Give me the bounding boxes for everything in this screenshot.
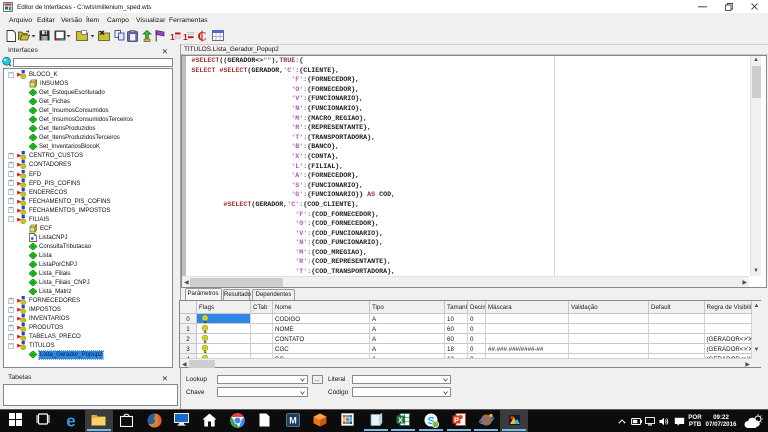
svg-text:e: e bbox=[66, 413, 75, 429]
svg-text:M: M bbox=[289, 416, 297, 426]
svg-text:P: P bbox=[454, 415, 459, 424]
svg-text:1: 1 bbox=[170, 31, 175, 41]
svg-text:1: 1 bbox=[183, 31, 188, 41]
svg-text:X: X bbox=[398, 415, 403, 424]
